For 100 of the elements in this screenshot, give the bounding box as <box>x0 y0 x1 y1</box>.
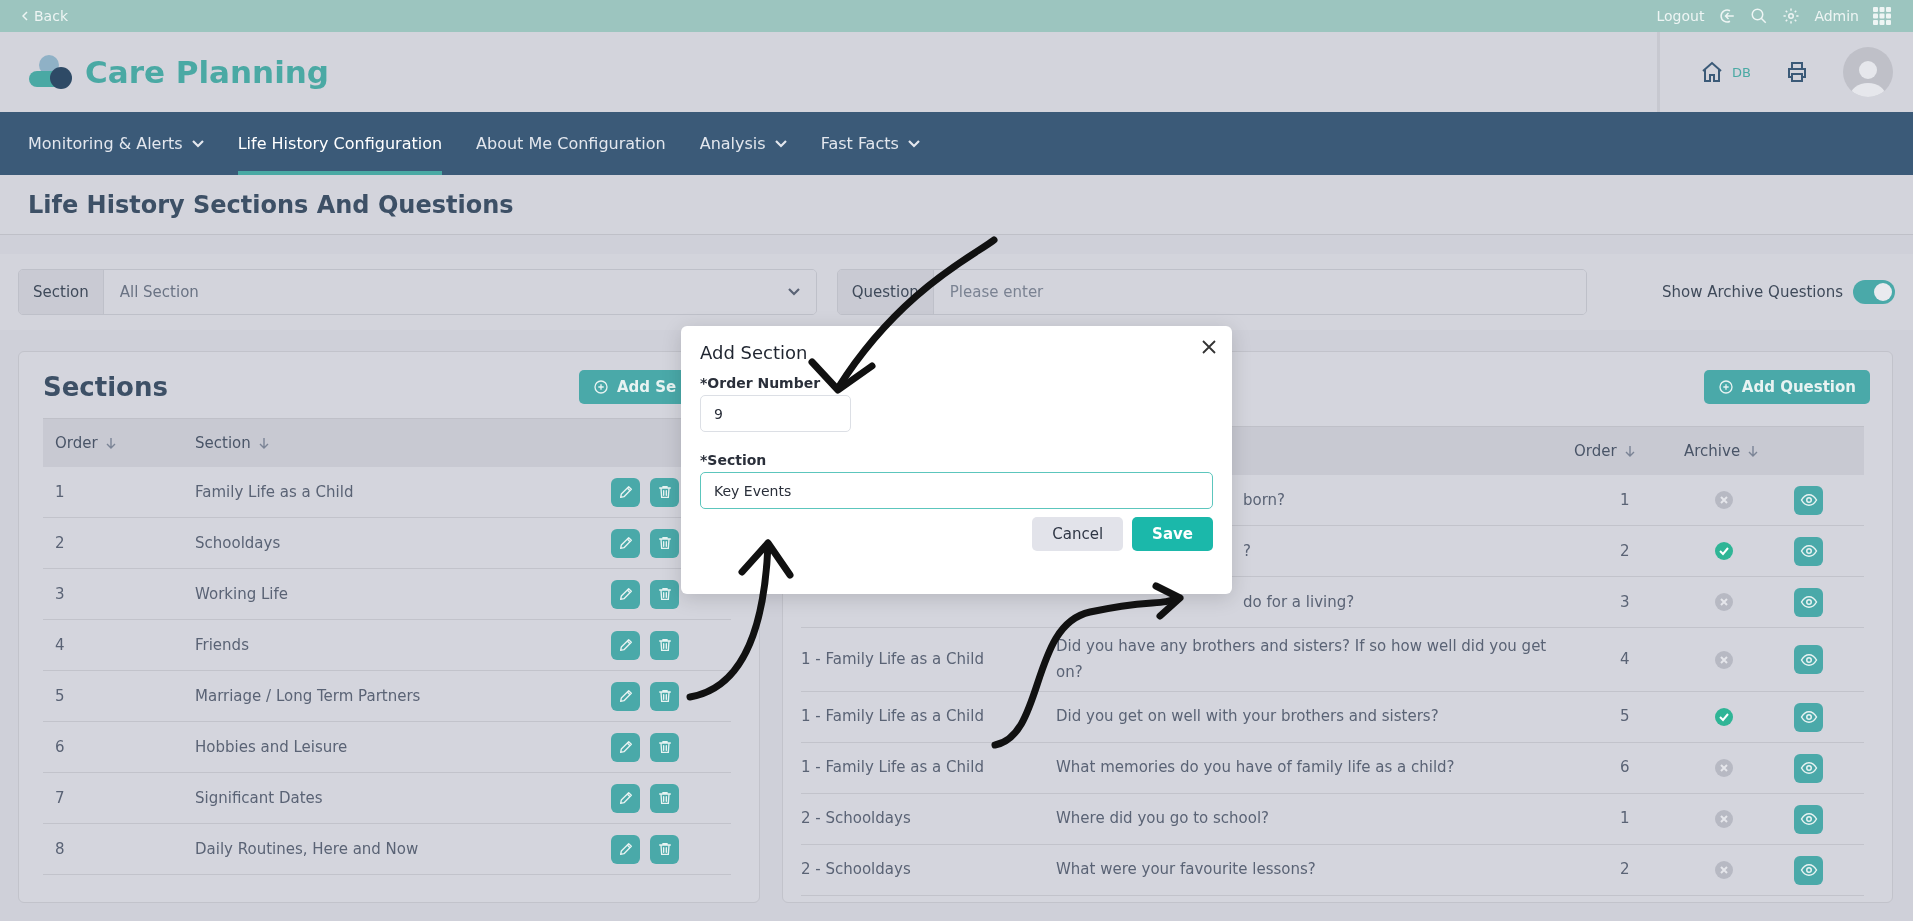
chevron-down-icon <box>787 288 800 296</box>
eye-icon <box>1799 861 1818 879</box>
nav-tab[interactable]: Monitoring & Alerts <box>28 112 204 175</box>
trash-icon <box>656 484 673 500</box>
sort-arrow-icon[interactable] <box>258 437 269 449</box>
section-input[interactable]: Key Events <box>700 472 1213 509</box>
table-cell-text: 6 <box>1619 757 1631 779</box>
pencil-icon <box>617 484 634 500</box>
cancel-button[interactable]: Cancel <box>1032 517 1124 551</box>
edit-button[interactable] <box>611 630 640 660</box>
delete-button[interactable] <box>650 834 679 864</box>
sort-arrow-icon[interactable] <box>1624 445 1635 457</box>
sort-arrow-icon[interactable] <box>105 437 116 449</box>
delete-button[interactable] <box>650 681 679 711</box>
table-cell-text: 8 <box>55 840 66 858</box>
column-header[interactable]: Archive <box>1684 442 1741 460</box>
avatar[interactable] <box>1843 47 1893 97</box>
table-cell-text: Where did you go to school? <box>1056 808 1271 830</box>
edit-button[interactable] <box>611 477 640 507</box>
trash-icon <box>656 586 673 602</box>
eye-icon <box>1799 708 1818 726</box>
edit-button[interactable] <box>611 528 640 558</box>
table-cell-text: 2 <box>55 534 66 552</box>
delete-button[interactable] <box>650 732 679 762</box>
delete-button[interactable] <box>650 528 679 558</box>
pencil-icon <box>617 535 634 551</box>
trash-icon <box>656 688 673 704</box>
view-button[interactable] <box>1794 485 1823 515</box>
view-button[interactable] <box>1794 645 1823 674</box>
sort-arrow-icon[interactable] <box>1748 445 1759 457</box>
table-cell-text: Did you have any brothers and sisters? If so how well did you get on? <box>1056 636 1548 683</box>
table-cell-text: Friends <box>195 636 250 654</box>
delete-button[interactable] <box>650 477 679 507</box>
section-filter[interactable]: Section All Section <box>18 269 817 315</box>
view-button[interactable] <box>1794 536 1823 566</box>
pencil-icon <box>617 688 634 704</box>
column-header[interactable]: Order <box>55 434 98 452</box>
search-icon[interactable] <box>1750 7 1769 25</box>
nav-tab[interactable]: Analysis <box>699 112 787 175</box>
pencil-icon <box>617 637 634 653</box>
nav-tab[interactable]: Fast Facts <box>820 112 920 175</box>
app-title: Care Planning <box>85 54 330 90</box>
logout-icon[interactable] <box>1718 7 1737 25</box>
view-button[interactable] <box>1794 702 1823 732</box>
table-cell-text: Did you get on well with your brothers and sisters? <box>1056 706 1440 728</box>
edit-button[interactable] <box>611 732 640 762</box>
table-cell-text: Working Life <box>195 585 289 603</box>
view-button[interactable] <box>1794 587 1823 617</box>
eye-icon <box>1799 759 1818 777</box>
table-cell-text: 1 <box>1619 808 1631 830</box>
table-cell-text: 6 <box>55 738 66 756</box>
table-cell-text: 5 <box>1619 706 1631 728</box>
settings-icon[interactable] <box>1782 7 1801 25</box>
table-cell-text: 3 <box>55 585 66 603</box>
eye-icon <box>1799 491 1818 509</box>
dialog-title: Add Section <box>700 342 808 363</box>
table-cell-text: 4 <box>55 636 66 654</box>
view-button[interactable] <box>1794 804 1823 834</box>
delete-button[interactable] <box>650 630 679 660</box>
column-header[interactable]: Section <box>195 434 251 452</box>
pencil-icon <box>617 841 634 857</box>
table-cell: born? <box>1243 491 1286 509</box>
column-header[interactable]: Order <box>1574 442 1617 460</box>
order-number-input[interactable]: 9 <box>700 395 851 432</box>
delete-button[interactable] <box>650 579 679 609</box>
table-cell-text: What were your favourite lessons? <box>1056 859 1317 881</box>
table-cell: ? <box>1243 542 1251 560</box>
table-cell-text: 3 <box>1619 593 1631 611</box>
page-title: Life History Sections And Questions <box>0 175 1913 235</box>
edit-button[interactable] <box>611 783 640 813</box>
logo-icon <box>27 54 73 90</box>
table-cell-text: 7 <box>55 789 66 807</box>
close-button[interactable] <box>1200 338 1218 356</box>
view-button[interactable] <box>1794 855 1823 885</box>
printer-icon[interactable] <box>1785 60 1809 84</box>
app-grid-icon[interactable] <box>1873 7 1891 25</box>
table-cell-text: What memories do you have of family life as a child? <box>1056 757 1456 779</box>
pencil-icon <box>617 586 634 602</box>
nav-tab[interactable]: About Me Configuration <box>476 112 666 175</box>
archive-toggle[interactable] <box>1853 280 1895 304</box>
trash-icon <box>656 535 673 551</box>
pencil-icon <box>617 790 634 806</box>
table-cell-text: Significant Dates <box>195 789 324 807</box>
plus-circle-icon <box>1717 379 1734 395</box>
eye-icon <box>1799 810 1818 828</box>
table-cell-text: 2 <box>1619 542 1631 560</box>
plus-circle-icon <box>593 379 609 395</box>
table-cell-text: 2 <box>1619 859 1631 881</box>
view-button[interactable] <box>1794 753 1823 783</box>
edit-button[interactable] <box>611 579 640 609</box>
edit-button[interactable] <box>611 834 640 864</box>
edit-button[interactable] <box>611 681 640 711</box>
table-cell-text: 1 - Family Life as a Child <box>801 648 985 670</box>
delete-button[interactable] <box>650 783 679 813</box>
question-filter[interactable]: Question Please enter <box>836 269 1587 315</box>
table-cell-text: Marriage / Long Term Partners <box>195 687 422 705</box>
chevron-left-icon[interactable] <box>22 11 28 21</box>
trash-icon <box>656 790 673 806</box>
eye-icon <box>1799 593 1818 611</box>
toggle-label: Show Archive Questions <box>1661 283 1843 301</box>
